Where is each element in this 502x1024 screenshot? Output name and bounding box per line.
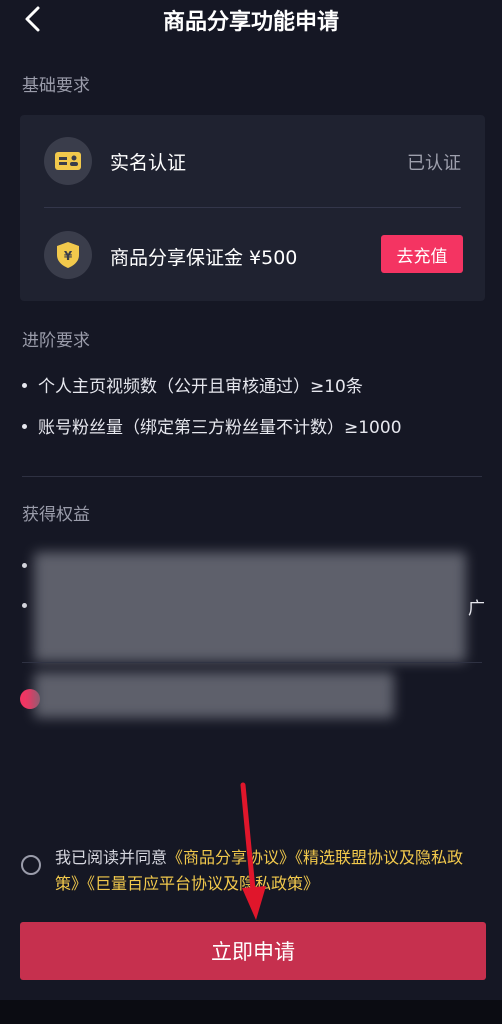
basic-section-title: 基础要求 [22,76,90,96]
page-title: 商品分享功能申请 [162,10,339,35]
list-item: 个人主页视频数（公开且审核通过）≥10条 [22,372,363,397]
agreement-radio[interactable] [21,855,41,875]
benefit-partial-text: 广 [468,599,485,619]
bullet-dot [22,382,27,388]
system-nav-bar [0,1000,502,1024]
apply-button[interactable]: 立即申请 [20,922,486,980]
advanced-section-title: 进阶要求 [22,331,90,351]
shield-yen-icon: ¥ [44,231,92,279]
link-product-share-agreement[interactable]: 《商品分享协议》 [167,848,295,867]
section-divider [22,662,482,663]
blurred-benefits [34,552,466,662]
deposit-label: 商品分享保证金 ¥500 [110,247,298,269]
top-bar: 商品分享功能申请 [0,0,502,40]
bullet-dot [22,563,27,568]
id-card-icon [44,137,92,185]
agreement-text: 我已阅读并同意《商品分享协议》《精选联盟协议及隐私政策》《巨量百应平台协议及隐私… [55,848,464,893]
section-divider [22,476,482,477]
bullet-dot [22,603,27,608]
real-name-status: 已认证 [407,153,461,174]
list-item: 账号粉丝量（绑定第三方粉丝量不计数）≥1000 [22,413,402,438]
real-name-label: 实名认证 [110,152,187,174]
basic-requirements-card: 实名认证 已认证 ¥ 商品分享保证金 ¥500 去充值 [20,115,485,301]
divider [44,207,461,208]
benefits-section-title: 获得权益 [22,505,90,525]
bullet-dot [22,423,27,429]
blurred-notice [34,672,394,718]
link-platform-agreement[interactable]: 《巨量百应平台协议及隐私政策》 [87,874,319,893]
svg-text:¥: ¥ [64,249,73,263]
recharge-button[interactable]: 去充值 [381,235,463,273]
